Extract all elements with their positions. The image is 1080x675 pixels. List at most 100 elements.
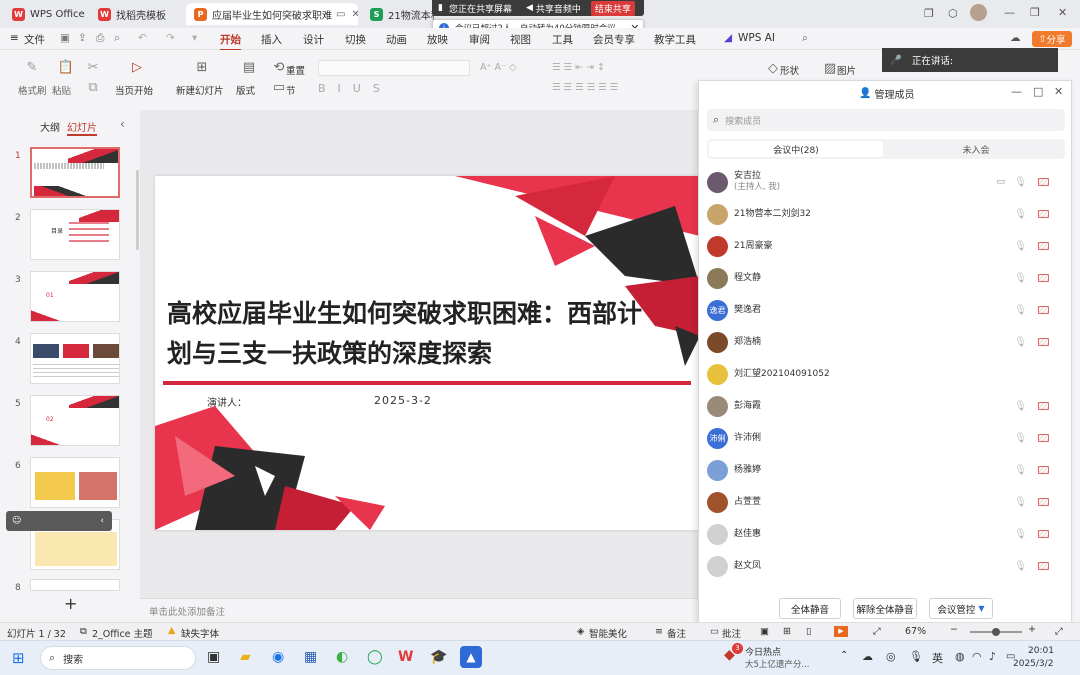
- mic-icon[interactable]: 🎙: [1014, 241, 1027, 252]
- share-button[interactable]: ⇧ 分享: [1032, 31, 1072, 47]
- menu-file[interactable]: 文件: [24, 32, 45, 47]
- close-tab-icon[interactable]: ✕: [351, 9, 358, 20]
- browser-icon[interactable]: ◐: [336, 649, 348, 665]
- menu-slideshow[interactable]: 放映: [427, 32, 448, 47]
- collapse-icon[interactable]: ‹: [100, 516, 104, 526]
- slide-thumbnail-5[interactable]: 02: [30, 395, 120, 446]
- headset-icon[interactable]: ◎: [886, 650, 896, 663]
- comments-button[interactable]: 批注: [722, 626, 741, 640]
- font-size-icons[interactable]: A⁺ A⁻ ◇: [480, 62, 516, 73]
- mic-icon[interactable]: 🎙: [1014, 273, 1027, 284]
- meeting-app-icon[interactable]: ▲: [460, 646, 482, 668]
- smart-beautify-button[interactable]: 智能美化: [589, 626, 627, 640]
- slide-thumbnail-8[interactable]: [30, 579, 120, 591]
- font-style-buttons[interactable]: BIUS: [318, 82, 468, 96]
- member-item[interactable]: 刘汇望202104091052: [707, 359, 1057, 389]
- mic-icon[interactable]: 🎙: [1014, 305, 1027, 316]
- tab-template[interactable]: W 找稻壳模板: [90, 3, 182, 25]
- mute-all-button[interactable]: 全体静音: [779, 598, 841, 619]
- window-icon[interactable]: ❐: [924, 7, 934, 20]
- task-view-icon[interactable]: ▣: [207, 649, 220, 665]
- slide-thumbnail-2[interactable]: 目录: [30, 209, 120, 260]
- minimize-panel-icon[interactable]: —: [1011, 85, 1022, 98]
- layout-label[interactable]: 版式: [236, 83, 255, 97]
- hamburger-icon[interactable]: ≡: [10, 32, 19, 44]
- slide-thumbnail-4[interactable]: [30, 333, 120, 384]
- wps-taskbar-icon[interactable]: W: [398, 649, 413, 665]
- normal-view-icon[interactable]: ▣: [760, 626, 769, 637]
- chat-icon[interactable]: ◯: [367, 649, 383, 665]
- picture-label[interactable]: 图片: [837, 63, 856, 77]
- cloud-icon[interactable]: ☁: [1010, 32, 1021, 44]
- windows-start-icon[interactable]: ⊞: [12, 649, 25, 667]
- search-icon[interactable]: ⌕: [802, 32, 808, 45]
- redo-icon[interactable]: ↷: [166, 32, 175, 44]
- wifi-icon[interactable]: ◠: [972, 650, 982, 663]
- save-icon[interactable]: ▣: [60, 32, 70, 44]
- play-icon[interactable]: ▷: [128, 60, 146, 76]
- grid-view-icon[interactable]: ⊞: [783, 626, 791, 637]
- cube-icon[interactable]: ⬡: [948, 7, 958, 20]
- restore-icon[interactable]: ❐: [1030, 6, 1040, 19]
- emoji-icon[interactable]: ☺: [12, 516, 21, 526]
- camera-off-icon[interactable]: [1038, 274, 1049, 282]
- member-item[interactable]: 杨雅婷 🎙: [707, 455, 1057, 485]
- camera-off-icon[interactable]: [1038, 498, 1049, 506]
- slide-current[interactable]: 高校应届毕业生如何突破求职困难：西部计 划与三支一扶政策的深度探索 演讲人： 2…: [155, 176, 700, 530]
- menu-animation[interactable]: 动画: [386, 32, 407, 47]
- language-indicator[interactable]: 英: [932, 650, 943, 666]
- camera-off-icon[interactable]: [1038, 530, 1049, 538]
- file-explorer-icon[interactable]: ▰: [240, 649, 251, 665]
- camera-off-icon[interactable]: [1038, 242, 1049, 250]
- scrollbar[interactable]: [136, 170, 139, 250]
- tab-not-joined[interactable]: 未入会: [889, 141, 1063, 157]
- tab-spreadsheet[interactable]: S 21物流本科: [362, 3, 434, 25]
- export-icon[interactable]: ⇪: [78, 32, 87, 44]
- cut-icon[interactable]: ✂: [84, 60, 102, 76]
- menu-wps-ai[interactable]: WPS AI: [738, 32, 775, 44]
- menu-tools[interactable]: 工具: [552, 32, 573, 47]
- member-item[interactable]: 赵文凤 🎙: [707, 551, 1057, 581]
- news-subtitle[interactable]: 大5上亿遗产分...: [745, 658, 810, 670]
- more-icon[interactable]: ▾: [192, 32, 197, 44]
- camera-off-icon[interactable]: [1038, 338, 1049, 346]
- copy-icon[interactable]: ⧉: [84, 80, 102, 96]
- camera-off-icon[interactable]: [1038, 466, 1049, 474]
- globe-icon[interactable]: ◍: [955, 650, 965, 663]
- mic-icon[interactable]: 🎙: [1014, 433, 1027, 444]
- mic-icon[interactable]: 🎙: [1014, 401, 1027, 412]
- camera-off-icon[interactable]: [1038, 434, 1049, 442]
- chevron-up-icon[interactable]: ⌃: [840, 650, 848, 661]
- menu-member[interactable]: 会员专享: [593, 32, 635, 47]
- collapse-panel-icon[interactable]: ‹: [120, 117, 125, 131]
- mic-icon[interactable]: 🎙: [1014, 497, 1027, 508]
- preview-icon[interactable]: ⌕: [114, 32, 120, 45]
- notes-area[interactable]: 单击此处添加备注: [140, 598, 700, 620]
- menu-design[interactable]: 设计: [303, 32, 324, 47]
- notes-button[interactable]: 备注: [667, 626, 686, 640]
- format-brush-label[interactable]: 格式刷: [18, 83, 47, 97]
- member-item[interactable]: 逸君 樊逸君 🎙: [707, 295, 1057, 325]
- format-brush-icon[interactable]: ✎: [23, 60, 41, 76]
- section-label[interactable]: 节: [286, 83, 296, 97]
- member-item[interactable]: 占萱萱 🎙: [707, 487, 1057, 517]
- unmute-all-button[interactable]: 解除全体静音: [853, 598, 917, 619]
- volume-icon[interactable]: ♪: [989, 650, 996, 663]
- font-family-select[interactable]: [318, 60, 470, 76]
- menu-teaching[interactable]: 教学工具: [654, 32, 696, 47]
- microphone-icon[interactable]: 🎙: [909, 650, 923, 663]
- mic-icon[interactable]: 🎙: [1014, 337, 1027, 348]
- reading-view-icon[interactable]: ▯: [806, 626, 811, 637]
- tab-in-meeting[interactable]: 会议中(28): [709, 141, 883, 157]
- graduation-icon[interactable]: 🎓: [430, 649, 447, 665]
- fit-window-icon[interactable]: ⤢: [1055, 626, 1063, 637]
- from-current-label[interactable]: 当页开始: [115, 83, 153, 97]
- cloud-icon[interactable]: ☁: [862, 650, 873, 663]
- paste-label[interactable]: 粘贴: [52, 83, 71, 97]
- slide-thumbnail-1[interactable]: [30, 147, 120, 198]
- camera-off-icon[interactable]: [1038, 402, 1049, 410]
- taskbar-search[interactable]: ⌕ 搜索: [40, 646, 196, 670]
- mic-icon[interactable]: 🎙: [1014, 177, 1027, 188]
- menu-home[interactable]: 开始: [220, 32, 241, 51]
- zoom-in-icon[interactable]: +: [1028, 624, 1036, 635]
